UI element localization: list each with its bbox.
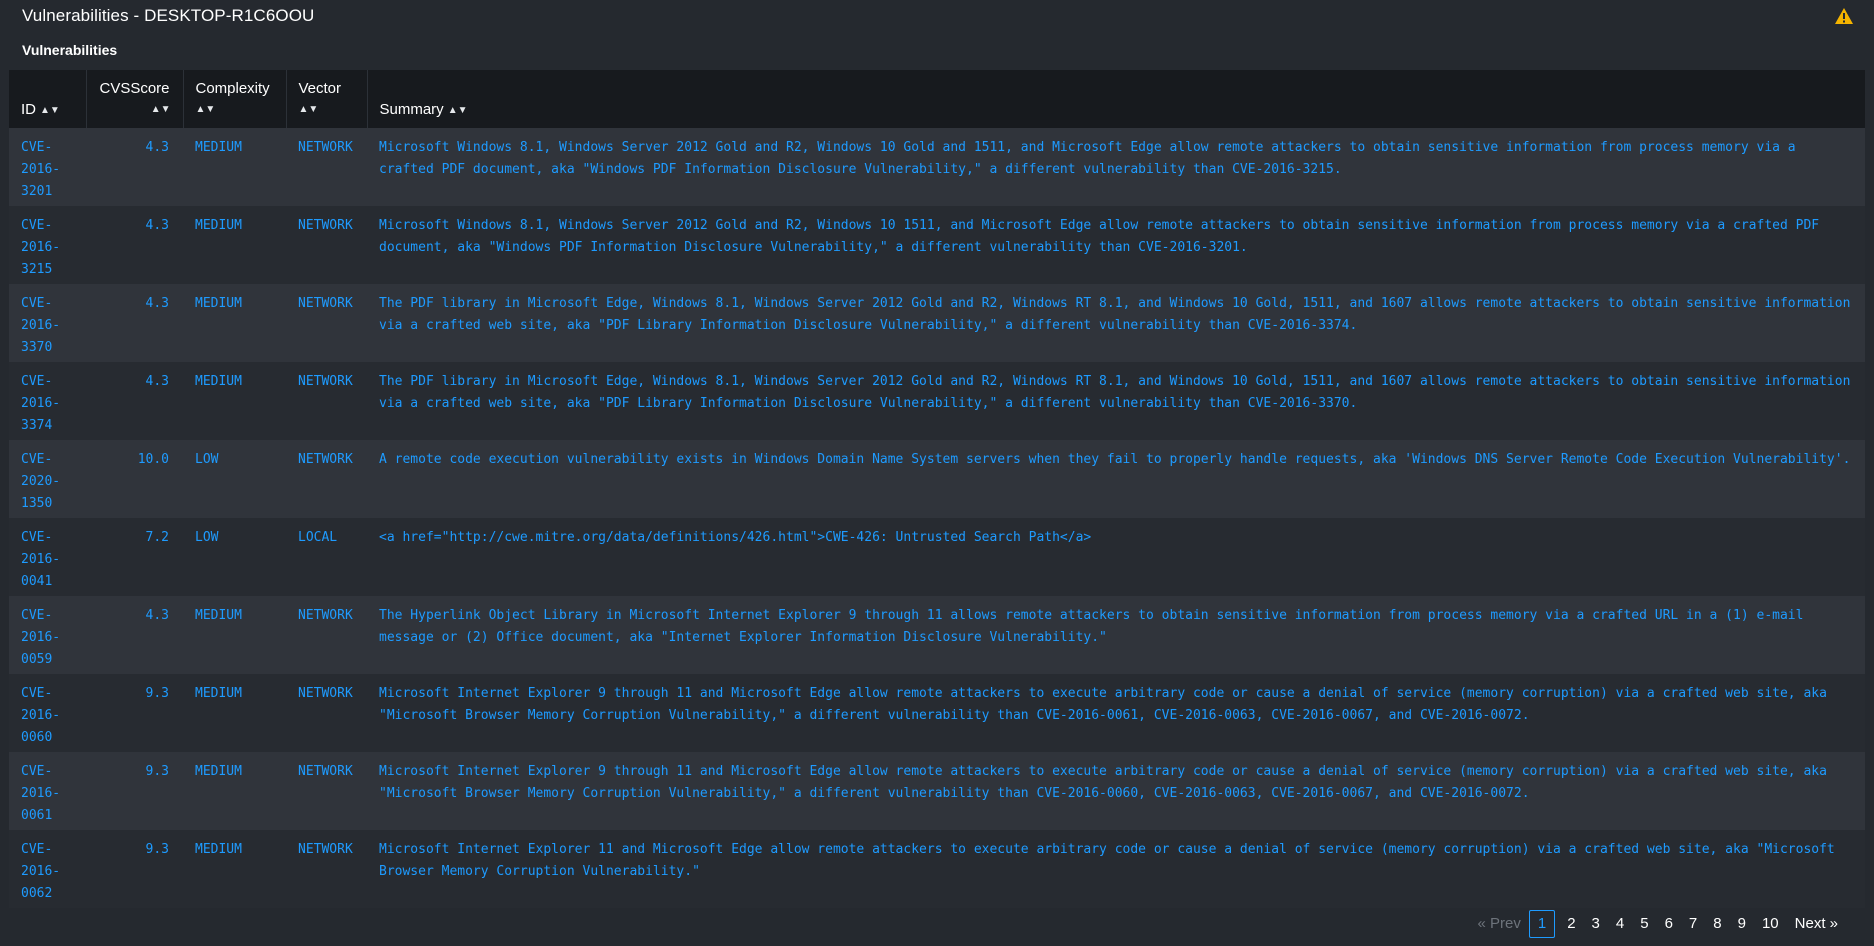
sort-icon[interactable]: ▲▼	[196, 100, 216, 120]
cell-summary[interactable]: Microsoft Internet Explorer 11 and Micro…	[367, 830, 1865, 908]
column-header-cvss[interactable]: CVSScore ▲▼	[85, 70, 183, 128]
vulnerabilities-panel: Vulnerabilities - DESKTOP-R1C6OOU Vulner…	[0, 0, 1874, 946]
cell-summary[interactable]: Microsoft Windows 8.1, Windows Server 20…	[367, 128, 1865, 206]
column-header-cvss-label: CVSScore	[99, 80, 170, 97]
next-page-button[interactable]: Next »	[1787, 911, 1846, 937]
cell-complexity[interactable]: MEDIUM	[183, 362, 286, 440]
cell-cvss-score[interactable]: 9.3	[86, 674, 183, 752]
page-button-3[interactable]: 3	[1584, 911, 1608, 937]
sort-icon[interactable]: ▲▼	[299, 100, 319, 120]
table-row[interactable]: CVE-2016-0041 7.2 LOW LOCAL <a href="htt…	[9, 518, 1865, 596]
table-row[interactable]: CVE-2016-3215 4.3 MEDIUM NETWORK Microso…	[9, 206, 1865, 284]
panel-title: Vulnerabilities - DESKTOP-R1C6OOU	[22, 6, 315, 25]
table-header-row: ID ▲▼ CVSScore ▲▼ Complexity ▲▼ Vector ▲▼…	[9, 70, 1865, 128]
column-header-id[interactable]: ID ▲▼	[9, 70, 86, 128]
column-header-summary[interactable]: Summary ▲▼	[366, 70, 1865, 128]
cell-summary[interactable]: Microsoft Windows 8.1, Windows Server 20…	[367, 206, 1865, 284]
column-header-vector[interactable]: Vector ▲▼	[285, 70, 367, 128]
cell-id[interactable]: CVE-2016-0041	[9, 518, 86, 596]
cell-complexity[interactable]: MEDIUM	[183, 830, 286, 908]
cell-summary[interactable]: The Hyperlink Object Library in Microsof…	[367, 596, 1865, 674]
sort-icon[interactable]: ▲▼	[40, 105, 60, 116]
page-button-1[interactable]: 1	[1528, 910, 1556, 938]
cell-cvss-score[interactable]: 4.3	[86, 596, 183, 674]
page-button-2[interactable]: 2	[1559, 911, 1583, 937]
cell-complexity[interactable]: MEDIUM	[183, 596, 286, 674]
column-header-vector-label: Vector	[298, 80, 342, 97]
page-button-6[interactable]: 6	[1657, 911, 1681, 937]
cell-vector[interactable]: NETWORK	[286, 830, 367, 908]
warning-icon[interactable]	[1834, 6, 1854, 26]
cell-id[interactable]: CVE-2020-1350	[9, 440, 86, 518]
table-row[interactable]: CVE-2016-3370 4.3 MEDIUM NETWORK The PDF…	[9, 284, 1865, 362]
cell-vector[interactable]: NETWORK	[286, 206, 367, 284]
cell-id[interactable]: CVE-2016-3374	[9, 362, 86, 440]
cell-cvss-score[interactable]: 4.3	[86, 284, 183, 362]
table-row[interactable]: CVE-2016-0061 9.3 MEDIUM NETWORK Microso…	[9, 752, 1865, 830]
cell-summary[interactable]: Microsoft Internet Explorer 9 through 11…	[367, 674, 1865, 752]
cell-id[interactable]: CVE-2016-0061	[9, 752, 86, 830]
cell-vector[interactable]: NETWORK	[286, 752, 367, 830]
cell-cvss-score[interactable]: 9.3	[86, 752, 183, 830]
cell-vector[interactable]: NETWORK	[286, 674, 367, 752]
vulnerabilities-table: ID ▲▼ CVSScore ▲▼ Complexity ▲▼ Vector ▲▼…	[9, 70, 1865, 908]
cell-id[interactable]: CVE-2016-3370	[9, 284, 86, 362]
cell-vector[interactable]: NETWORK	[286, 128, 367, 206]
cell-complexity[interactable]: MEDIUM	[183, 128, 286, 206]
table-row[interactable]: CVE-2016-0059 4.3 MEDIUM NETWORK The Hyp…	[9, 596, 1865, 674]
cell-id[interactable]: CVE-2016-3201	[9, 128, 86, 206]
panel-header: Vulnerabilities - DESKTOP-R1C6OOU	[22, 4, 1854, 28]
cell-id[interactable]: CVE-2016-3215	[9, 206, 86, 284]
cell-vector[interactable]: NETWORK	[286, 362, 367, 440]
table-row[interactable]: CVE-2016-3201 4.3 MEDIUM NETWORK Microso…	[9, 128, 1865, 206]
cell-complexity[interactable]: LOW	[183, 518, 286, 596]
page-button-5[interactable]: 5	[1632, 911, 1656, 937]
column-header-summary-label: Summary	[379, 101, 444, 118]
cell-vector[interactable]: NETWORK	[286, 284, 367, 362]
cell-id[interactable]: CVE-2016-0059	[9, 596, 86, 674]
table-row[interactable]: CVE-2016-0062 9.3 MEDIUM NETWORK Microso…	[9, 830, 1865, 908]
cell-id[interactable]: CVE-2016-0060	[9, 674, 86, 752]
cell-cvss-score[interactable]: 4.3	[86, 362, 183, 440]
table-row[interactable]: CVE-2016-0060 9.3 MEDIUM NETWORK Microso…	[9, 674, 1865, 752]
cell-cvss-score[interactable]: 4.3	[86, 128, 183, 206]
page-button-4[interactable]: 4	[1608, 911, 1632, 937]
page-button-10[interactable]: 10	[1754, 911, 1787, 937]
cell-vector[interactable]: NETWORK	[286, 596, 367, 674]
cell-cvss-score[interactable]: 4.3	[86, 206, 183, 284]
cell-summary[interactable]: The PDF library in Microsoft Edge, Windo…	[367, 284, 1865, 362]
sort-icon[interactable]: ▲▼	[151, 100, 171, 120]
page-button-8[interactable]: 8	[1705, 911, 1729, 937]
cell-summary[interactable]: Microsoft Internet Explorer 9 through 11…	[367, 752, 1865, 830]
cell-complexity[interactable]: MEDIUM	[183, 206, 286, 284]
column-header-id-label: ID	[21, 101, 36, 118]
cell-summary[interactable]: The PDF library in Microsoft Edge, Windo…	[367, 362, 1865, 440]
pagination: « Prev 1 2 3 4 5 6 7 8 9 10 Next »	[1470, 910, 1847, 938]
cell-cvss-score[interactable]: 10.0	[86, 440, 183, 518]
cell-vector[interactable]: NETWORK	[286, 440, 367, 518]
cell-complexity[interactable]: LOW	[183, 440, 286, 518]
cell-complexity[interactable]: MEDIUM	[183, 674, 286, 752]
cell-cvss-score[interactable]: 9.3	[86, 830, 183, 908]
cell-cvss-score[interactable]: 7.2	[86, 518, 183, 596]
cell-vector[interactable]: LOCAL	[286, 518, 367, 596]
column-header-complexity[interactable]: Complexity ▲▼	[182, 70, 286, 128]
column-header-complexity-label: Complexity	[195, 80, 270, 97]
table-row[interactable]: CVE-2016-3374 4.3 MEDIUM NETWORK The PDF…	[9, 362, 1865, 440]
cell-summary[interactable]: A remote code execution vulnerability ex…	[367, 440, 1865, 518]
page-button-7[interactable]: 7	[1681, 911, 1705, 937]
cell-complexity[interactable]: MEDIUM	[183, 752, 286, 830]
cell-summary[interactable]: <a href="http://cwe.mitre.org/data/defin…	[367, 518, 1865, 596]
prev-page-button[interactable]: « Prev	[1470, 911, 1529, 937]
cell-complexity[interactable]: MEDIUM	[183, 284, 286, 362]
sort-icon[interactable]: ▲▼	[448, 105, 468, 116]
table-row[interactable]: CVE-2020-1350 10.0 LOW NETWORK A remote …	[9, 440, 1865, 518]
page-button-9[interactable]: 9	[1730, 911, 1754, 937]
section-title: Vulnerabilities	[22, 42, 118, 58]
cell-id[interactable]: CVE-2016-0062	[9, 830, 86, 908]
